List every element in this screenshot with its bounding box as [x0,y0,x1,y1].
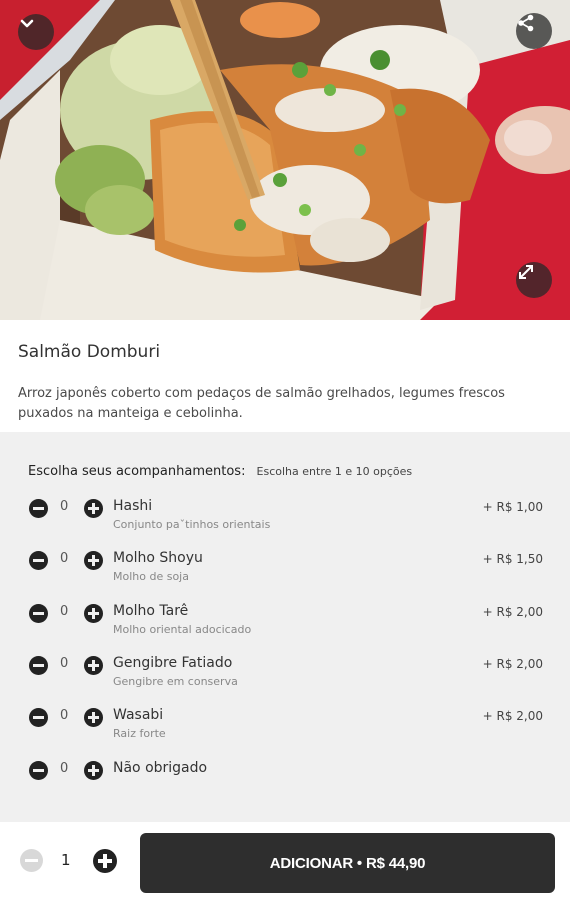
quantity-decrement-button[interactable] [20,849,43,872]
increment-button[interactable] [84,499,103,518]
option-name: Gengibre Fatiado [113,655,233,671]
product-description: Arroz japonês coberto com pedaços de sal… [18,386,505,421]
increment-button[interactable] [84,604,103,623]
decrement-button[interactable] [29,656,48,675]
product-photo [0,0,570,320]
option-price: + R$ 2,00 [482,657,543,671]
increment-button[interactable] [84,761,103,780]
decrement-button[interactable] [29,551,48,570]
expand-image-button[interactable] [516,262,552,298]
product-title: Salmão Domburi [18,342,161,362]
option-qty: 0 [60,551,69,566]
option-row-wasabi: 0 Wasabi Raiz forte + R$ 2,00 [0,707,570,759]
options-section: Escolha seus acompanhamentos: Escolha en… [0,432,570,822]
option-note: Molho oriental adocicado [113,623,252,636]
option-name: Molho Tarê [113,603,189,619]
salmon-domburi-image [0,0,570,320]
option-qty: 0 [60,708,69,723]
chevron-down-icon [20,19,34,28]
option-price: + R$ 2,00 [482,605,543,619]
increment-button[interactable] [84,708,103,727]
option-row-hashi: 0 Hashi Conjunto pa‍ˇtinhos orientais + … [0,498,570,550]
option-name: Wasabi [113,707,164,723]
share-icon [518,14,534,32]
share-button[interactable] [516,13,552,49]
decrement-button[interactable] [29,499,48,518]
options-subheading: Escolha entre 1 e 10 opções [256,465,413,478]
quantity-value: 1 [61,851,71,869]
option-price: + R$ 1,50 [482,552,543,566]
decrement-button[interactable] [29,761,48,780]
option-qty: 0 [60,761,69,776]
option-qty: 0 [60,656,69,671]
option-row-nao-obrigado: 0 Não obrigado [0,760,570,812]
options-heading: Escolha seus acompanhamentos: [28,464,246,479]
options-header: Escolha seus acompanhamentos: Escolha en… [28,460,412,479]
option-price: + R$ 1,00 [482,500,543,514]
option-price: + R$ 2,00 [482,709,543,723]
option-note: Gengibre em conserva [113,675,238,688]
quantity-increment-button[interactable] [93,849,117,873]
option-note: Molho de soja [113,570,189,583]
option-name: Hashi [113,498,153,514]
expand-icon [519,265,533,279]
option-row-molho-shoyu: 0 Molho Shoyu Molho de soja + R$ 1,50 [0,550,570,602]
increment-button[interactable] [84,656,103,675]
option-note: Conjunto pa‍ˇtinhos orientais [113,518,271,531]
option-name: Molho Shoyu [113,550,203,566]
option-qty: 0 [60,499,69,514]
decrement-button[interactable] [29,708,48,727]
decrement-button[interactable] [29,604,48,623]
increment-button[interactable] [84,551,103,570]
option-qty: 0 [60,604,69,619]
product-info: Salmão Domburi Arroz japonês coberto com… [0,320,570,432]
collapse-button[interactable] [18,14,54,50]
add-to-cart-button[interactable]: ADICIONAR • R$ 44,90 [140,833,555,893]
option-note: Raiz forte [113,727,166,740]
add-to-cart-bar: 1 ADICIONAR • R$ 44,90 [0,822,570,900]
option-row-molho-tare: 0 Molho Tarê Molho oriental adocicado + … [0,603,570,655]
option-row-gengibre: 0 Gengibre Fatiado Gengibre em conserva … [0,655,570,707]
option-name: Não obrigado [113,760,208,776]
